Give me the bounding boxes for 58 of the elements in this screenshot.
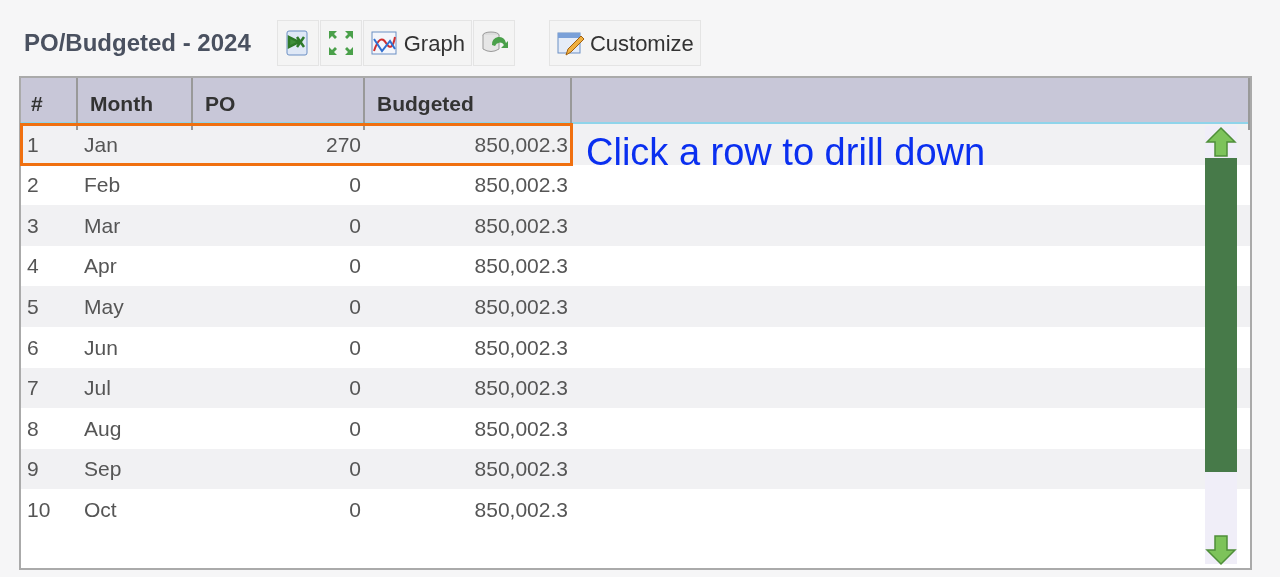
spreadsheet-icon[interactable] bbox=[276, 20, 319, 66]
table-cell-text: Feb bbox=[83, 172, 122, 199]
customize-button[interactable]: Customize bbox=[548, 20, 701, 66]
form-edit-icon bbox=[555, 29, 584, 57]
table-cell-text: Jan bbox=[83, 131, 119, 158]
table-cell-text: 2 bbox=[26, 172, 40, 199]
table-cell-text: 850,002.3 bbox=[473, 131, 569, 158]
table-cell-text: 0 bbox=[348, 375, 362, 402]
table-row[interactable]: 10 Oct 0 850,002.3 bbox=[21, 489, 572, 530]
table-cell-text: 0 bbox=[348, 253, 362, 280]
table-row[interactable]: 8 Aug 0 850,002.3 bbox=[21, 408, 572, 449]
table-cell-text: 0 bbox=[348, 172, 362, 199]
table-cell-text: 850,002.3 bbox=[473, 375, 569, 402]
table-cell-text: 0 bbox=[348, 456, 362, 483]
scrollbar-thumb[interactable] bbox=[1205, 158, 1237, 472]
table-cell-text: 8 bbox=[26, 415, 40, 442]
table-row[interactable]: 2 Feb 0 850,002.3 bbox=[21, 164, 572, 206]
refresh-icon[interactable] bbox=[472, 20, 515, 66]
table-cell-text: 0 bbox=[348, 293, 362, 320]
table-cell-text: 0 bbox=[348, 415, 362, 442]
table-cell-text: 9 bbox=[26, 456, 40, 483]
down-arrow-icon[interactable] bbox=[1205, 534, 1237, 566]
expand-icon[interactable] bbox=[319, 20, 362, 66]
table-row[interactable]: 4 Apr 0 850,002.3 bbox=[21, 245, 572, 287]
table-cell-text: 850,002.3 bbox=[473, 496, 569, 523]
table-cell-text: Jul bbox=[83, 375, 112, 402]
table-cell-text: 7 bbox=[26, 375, 40, 402]
table-cell-text: 10 bbox=[26, 496, 52, 523]
table-cell-text: 5 bbox=[26, 293, 40, 320]
table-cell-text: 850,002.3 bbox=[473, 456, 569, 483]
table-cell-text: 0 bbox=[348, 496, 362, 523]
table-row[interactable]: 6 Jun 0 850,002.3 bbox=[21, 326, 572, 368]
table-cell-text: 850,002.3 bbox=[473, 172, 569, 199]
table-cell-text: 0 bbox=[348, 334, 362, 361]
table-cell-text: May bbox=[83, 293, 125, 320]
table-cell-text: Apr bbox=[83, 253, 118, 280]
chart-icon bbox=[369, 29, 398, 57]
table-cell-text: 850,002.3 bbox=[473, 212, 569, 239]
graph-button[interactable]: Graph bbox=[362, 20, 472, 66]
scrollbar[interactable] bbox=[1205, 126, 1237, 564]
table-cell-text: Sep bbox=[83, 456, 123, 483]
table-cell-text: 6 bbox=[26, 334, 40, 361]
table-cell-text: 850,002.3 bbox=[473, 415, 569, 442]
panel-title: PO/Budgeted - 2024 bbox=[24, 28, 251, 58]
table-cell-text: 3 bbox=[26, 212, 40, 239]
table-cell-text: Mar bbox=[83, 212, 122, 239]
up-arrow-icon[interactable] bbox=[1205, 126, 1237, 158]
table-cell-text: 850,002.3 bbox=[473, 253, 569, 280]
table-cell-text: 4 bbox=[26, 253, 40, 280]
table-cell-text: Aug bbox=[83, 415, 123, 442]
table-cell-text: 270 bbox=[324, 131, 362, 158]
table-cell-text: 850,002.3 bbox=[473, 293, 569, 320]
table-cell-text: 0 bbox=[348, 212, 362, 239]
table-cell-text: 850,002.3 bbox=[473, 334, 569, 361]
annotation-text: Click a row to drill down bbox=[586, 130, 986, 175]
table-cell-text: 1 bbox=[26, 131, 40, 158]
table-cell-text: Jun bbox=[83, 334, 119, 361]
table-cell-text: Oct bbox=[83, 496, 118, 523]
